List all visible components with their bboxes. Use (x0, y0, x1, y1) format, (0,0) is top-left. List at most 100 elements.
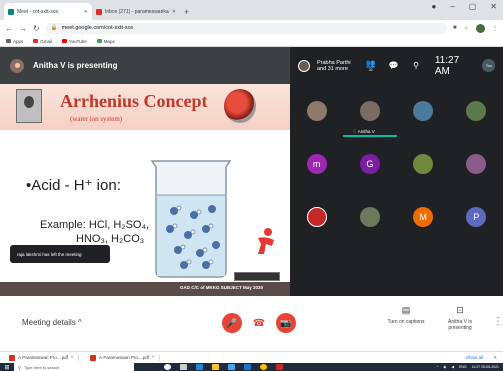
tab-meet[interactable]: Meet - cot-sxtt-sox ✕ (4, 3, 92, 20)
participant-tile[interactable]: P (450, 190, 503, 243)
participant-tile[interactable]: M (397, 190, 450, 243)
browser-tab-strip: Meet - cot-sxtt-sox ✕ Inbox (271) - para… (0, 0, 503, 20)
close-icon[interactable]: ✕ (493, 355, 497, 361)
bookmark-apps[interactable]: Apps (6, 39, 23, 44)
slide-badge (234, 272, 280, 281)
presenting-button[interactable]: ⊡ Anitha V is presenting (437, 305, 483, 331)
example-line-2: HNO₃, H₂CO₃ (76, 233, 145, 245)
participant-tile[interactable] (397, 137, 450, 190)
chrome-icon[interactable] (260, 364, 267, 370)
people-icon[interactable]: 👥 32 (363, 59, 379, 72)
slide-example: Example: HCl, H₂SO₄, HNO₃, H₂CO₃ (40, 218, 149, 246)
store-icon[interactable] (228, 364, 235, 370)
star-icon[interactable]: ☆ (464, 25, 469, 32)
participant-photo (466, 100, 487, 121)
camera-off-button[interactable]: 📷 (276, 313, 296, 333)
presentation-slide: Arrhenius Concept (water ion system) •Ac… (0, 84, 290, 296)
speaking-icon: ⁞⁞ (353, 129, 356, 134)
explorer-icon[interactable] (212, 364, 219, 370)
participant-tile[interactable] (397, 84, 450, 137)
participant-avatar (298, 59, 310, 72)
self-avatar[interactable]: You (482, 59, 495, 72)
lock-icon: 🔒 (50, 25, 58, 31)
captions-button[interactable]: ▤ Turn on captions (382, 305, 430, 325)
chat-icon[interactable]: 💬 (386, 61, 402, 70)
participant-tile[interactable]: G (343, 137, 396, 190)
captions-icon: ▤ (401, 305, 411, 315)
bookmarks-bar: Apps Gmail YouTube Maps (0, 36, 503, 47)
download-item[interactable]: A.Parameswari Pro....pdf ^ (85, 354, 161, 361)
participant-tile[interactable] (450, 137, 503, 190)
taskbar: ⊞ ⚲ Type here to search ^ ◉ ◀ ENG 11:27 … (0, 363, 503, 371)
mail-icon[interactable] (244, 364, 251, 370)
presenting-label: Anitha V is presenting (33, 61, 118, 70)
minimize-icon[interactable]: – (450, 2, 454, 11)
beaker-illustration (150, 160, 232, 278)
edge-icon[interactable] (196, 364, 203, 370)
show-all-link[interactable]: Show all (466, 355, 483, 360)
system-tray: ^ ◉ ◀ ENG 11:27 25-05-2021 (437, 365, 499, 369)
slide-bullet: •Acid - H⁺ ion: (26, 177, 121, 194)
search-icon: ⚲ (18, 364, 21, 370)
participant-tile[interactable]: m (290, 137, 343, 190)
participant-tile[interactable] (343, 190, 396, 243)
downloads-shelf: A.Parameswari Pro....pdf ^ A.Parameswari… (0, 351, 503, 363)
participant-photo (306, 100, 327, 121)
volume-icon[interactable]: ◀ (451, 365, 454, 369)
example-line-1: Example: HCl, H₂SO₄, (40, 219, 150, 231)
window-controls: ● – ▢ ✕ (431, 2, 497, 11)
url-field[interactable]: 🔒 meet.google.com/cot-sxtt-sox (45, 22, 447, 34)
chevron-up-icon: ^ (78, 318, 82, 327)
tray-clock[interactable]: 11:27 25-05-2021 (472, 365, 499, 369)
participant-tile[interactable] (450, 84, 503, 137)
participant-tile[interactable] (290, 190, 343, 243)
meeting-clock: 11:27 AM (434, 54, 460, 77)
participant-letter-avatar: G (359, 153, 380, 174)
task-view-icon[interactable] (180, 364, 187, 370)
forward-icon[interactable]: → (19, 24, 27, 33)
hang-up-button[interactable]: ☎ (249, 313, 269, 333)
meeting-top-bar: Prabha Parthi and 31 more 👥 32 💬 ⚲ 11:27 … (290, 47, 503, 84)
close-tab-icon[interactable]: ✕ (84, 9, 88, 15)
bookmark-youtube[interactable]: YouTube (62, 39, 87, 44)
network-icon[interactable]: ◉ (443, 365, 446, 369)
reload-icon[interactable]: ↻ (33, 24, 40, 33)
language-label[interactable]: ENG (459, 365, 467, 369)
cortana-icon[interactable] (164, 364, 171, 370)
menu-icon[interactable]: ⋮ (492, 25, 498, 32)
more-options-icon[interactable]: ⋮ (493, 316, 503, 327)
close-window-icon[interactable]: ✕ (490, 2, 497, 11)
new-tab-button[interactable]: + (184, 7, 189, 17)
tab-inbox[interactable]: Inbox (271) - parameswarikarayi... ✕ (92, 3, 180, 20)
app-icon[interactable] (276, 364, 283, 370)
tab-title: Inbox (271) - parameswarikarayi... (105, 8, 169, 15)
gmail-icon (33, 39, 39, 43)
windows-start-icon[interactable]: ⊞ (0, 364, 14, 371)
slide-subtitle: (water ion system) (70, 115, 123, 123)
participant-grid: ⁞⁞ Anitha V m G M P (290, 84, 503, 296)
chevron-up-icon: ^ (71, 355, 74, 360)
activities-icon[interactable]: ⚲ (408, 61, 424, 70)
download-item[interactable]: A.Parameswari Pro....pdf ^ (4, 354, 80, 361)
bookmark-maps[interactable]: Maps (96, 39, 115, 44)
profile-dot-icon[interactable]: ● (431, 2, 436, 11)
slide-footer-text: GAD C/C of MKKG SUBJECT May 2020 (180, 285, 264, 290)
meet-area: Anitha V is presenting Prabha Parthi and… (0, 47, 503, 296)
participant-tile-speaking[interactable]: ⁞⁞ Anitha V (343, 84, 396, 137)
maximize-icon[interactable]: ▢ (469, 2, 477, 11)
back-icon[interactable]: ← (5, 24, 13, 33)
meeting-details-button[interactable]: Meeting details ^ (22, 318, 82, 327)
slide-logo (224, 89, 256, 123)
participant-photo (413, 100, 434, 121)
taskbar-search-input[interactable]: ⚲ Type here to search (14, 363, 134, 371)
camera-icon[interactable]: ■ (453, 25, 457, 31)
tab-title: Meet - cot-sxtt-sox (17, 8, 59, 15)
participant-name: ⁞⁞ Anitha V (353, 129, 375, 134)
mic-off-button[interactable]: 🎤 (222, 313, 242, 333)
profile-avatar[interactable] (476, 23, 485, 33)
tray-chevron-icon[interactable]: ^ (437, 365, 439, 369)
close-tab-icon[interactable]: ✕ (172, 9, 176, 15)
address-bar: ← → ↻ 🔒 meet.google.com/cot-sxtt-sox ■ ☆… (0, 20, 503, 36)
bookmark-gmail[interactable]: Gmail (33, 39, 52, 44)
participant-tile[interactable] (290, 84, 343, 137)
